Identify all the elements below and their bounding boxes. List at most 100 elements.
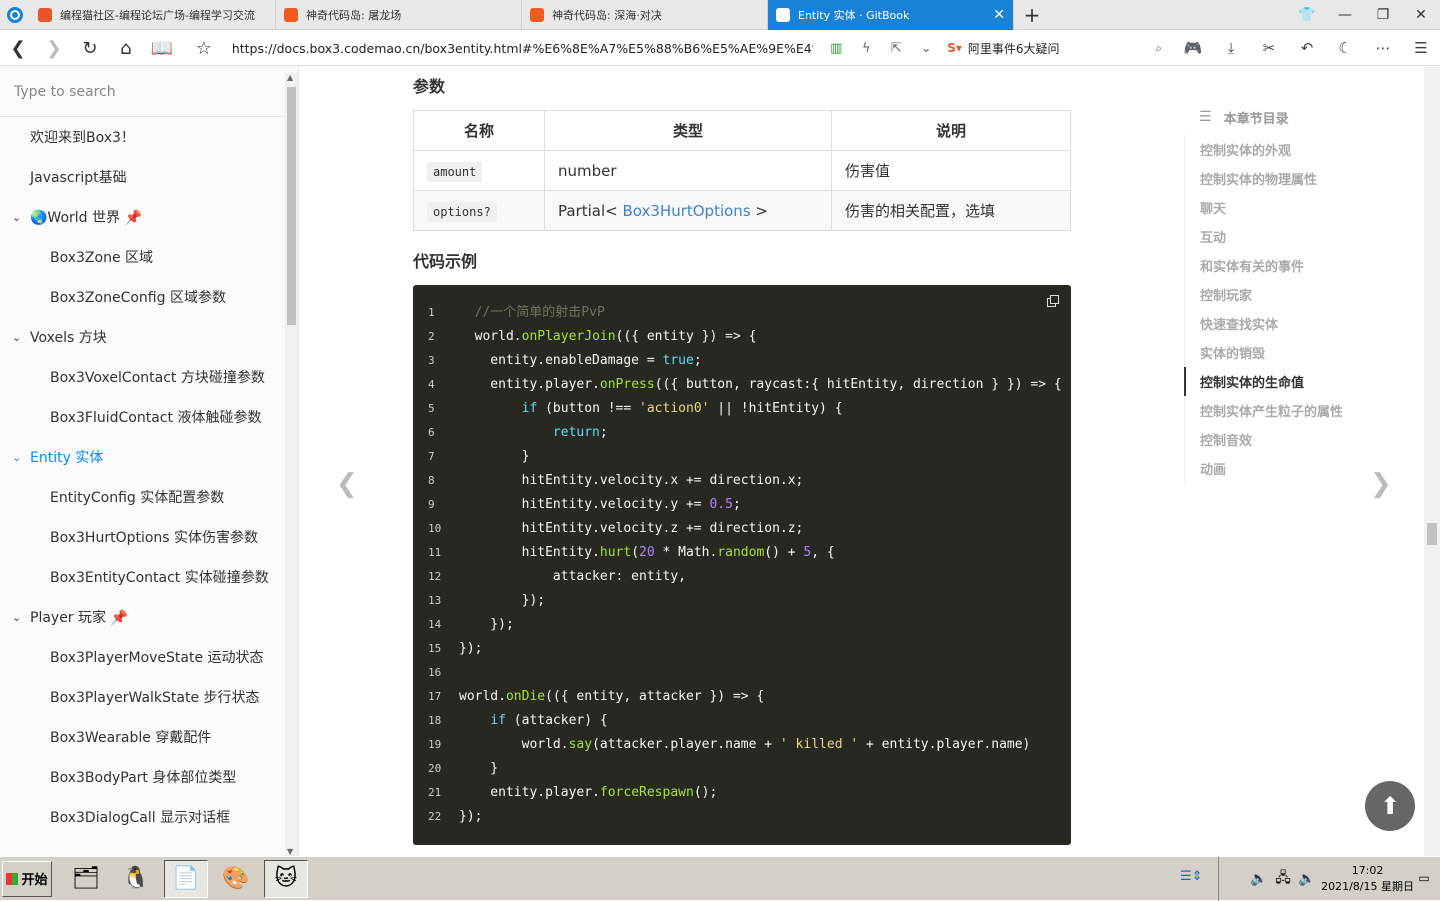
code-line: 8 hitEntity.velocity.x += direction.x;: [428, 473, 804, 488]
taskbar-apps: 🗂 🐧 📄 🎨 🐱: [64, 859, 314, 898]
tab-deep-sea[interactable]: 神奇代码岛: 深海·对决: [522, 0, 768, 30]
tab-codemao-community[interactable]: 编程猫社区-编程论坛广场-编程学习交流: [30, 0, 276, 30]
toc-item[interactable]: 聊天: [1185, 193, 1424, 222]
chapter-item[interactable]: Box3PlayerWalkState 步行状态: [0, 677, 298, 717]
chapter-item[interactable]: ⌄ Voxels 方块: [0, 317, 298, 357]
toc-item[interactable]: 控制实体的外观: [1185, 135, 1424, 164]
chevron-down-icon[interactable]: ⌄: [12, 451, 30, 464]
chapter-item[interactable]: 欢迎来到Box3！: [0, 117, 298, 157]
paint-icon[interactable]: 🎨: [214, 860, 258, 898]
toc-item[interactable]: 互动: [1185, 222, 1424, 251]
show-desktop-icon[interactable]: ▭: [1412, 871, 1436, 885]
scrollbar-thumb[interactable]: [287, 87, 296, 325]
browser-logo-icon[interactable]: [0, 0, 30, 30]
page-scrollbar[interactable]: [1424, 67, 1440, 856]
network-icon[interactable]: 🖧: [1271, 867, 1295, 891]
game-icon[interactable]: 🎮: [1174, 39, 1212, 57]
close-window-icon[interactable]: ✕: [1402, 0, 1440, 30]
param-type-cell: Partial< Box3HurtOptions >: [544, 190, 832, 231]
chapter-item[interactable]: Box3FluidContact 液体触碰参数: [0, 397, 298, 437]
start-button[interactable]: 开始: [2, 860, 52, 897]
download-icon[interactable]: ⤓: [1212, 39, 1250, 57]
back-to-top-button[interactable]: ⬆: [1365, 781, 1415, 831]
qq-penguin-icon[interactable]: 🐧: [114, 860, 158, 898]
file-explorer-icon[interactable]: 🗂: [64, 860, 108, 898]
chapter-label: Box3EntityContact 实体碰撞参数: [50, 570, 269, 586]
share-icon[interactable]: ⇱: [881, 41, 911, 56]
avatar-app-icon[interactable]: 🐱: [264, 859, 308, 898]
chapter-item[interactable]: Box3PlayerMoveState 运动状态: [0, 637, 298, 677]
chapter-item[interactable]: Box3VoxelContact 方块碰撞参数: [0, 357, 298, 397]
column-header: 名称: [413, 110, 545, 151]
chapter-item[interactable]: Box3HurtOptions 实体伤害参数: [0, 517, 298, 557]
chapter-item[interactable]: Box3Wearable 穿戴配件: [0, 717, 298, 757]
chapter-item[interactable]: Box3EntityContact 实体碰撞参数: [0, 557, 298, 597]
chapter-item[interactable]: ⌄ Player 玩家 📌: [0, 597, 298, 637]
skin-icon[interactable]: 👕: [1288, 0, 1326, 30]
undo-icon[interactable]: ↶: [1288, 39, 1326, 57]
back-icon[interactable]: ❮: [0, 31, 36, 66]
scrollbar-thumb[interactable]: [1427, 523, 1437, 545]
lightning-icon[interactable]: ϟ: [851, 41, 881, 56]
volume-icon[interactable]: 🔈: [1247, 871, 1271, 887]
toc-item-active[interactable]: 控制实体的生命值: [1184, 367, 1424, 396]
chapter-item[interactable]: Box3BodyPart 身体部位类型: [0, 757, 298, 797]
previous-page-icon[interactable]: ❮: [336, 469, 358, 499]
chevron-down-icon[interactable]: ⌄: [911, 41, 941, 56]
scissors-icon[interactable]: ✂: [1250, 39, 1288, 57]
scroll-up-icon[interactable]: ▲: [287, 73, 293, 82]
reading-mode-icon[interactable]: 📖: [144, 31, 180, 66]
restore-icon[interactable]: ❐: [1364, 0, 1402, 30]
toc-item[interactable]: 控制实体的物理属性: [1185, 164, 1424, 193]
system-clock[interactable]: 17:02 2021/8/15 星期日: [1321, 863, 1414, 895]
night-mode-icon[interactable]: ☾: [1326, 39, 1364, 57]
toc-item[interactable]: 控制音效: [1185, 425, 1424, 454]
chapter-label: 🌏World 世界 📌: [30, 210, 142, 226]
chevron-down-icon[interactable]: ⌄: [12, 211, 30, 224]
reload-icon[interactable]: ↻: [72, 31, 108, 66]
param-name-cell: options?: [413, 190, 545, 231]
chapter-item[interactable]: Box3Zone 区域: [0, 237, 298, 277]
toc-item[interactable]: 控制玩家: [1185, 280, 1424, 309]
input-method-icon[interactable]: ☰⇕: [1180, 869, 1203, 884]
new-tab-button[interactable]: +: [1014, 0, 1050, 30]
magnifier-icon[interactable]: ⌕: [1155, 41, 1162, 56]
close-tab-icon[interactable]: ✕: [993, 7, 1005, 23]
bookmark-star-icon[interactable]: ☆: [186, 31, 222, 66]
toc-item[interactable]: 实体的销毁: [1185, 338, 1424, 367]
type-link[interactable]: Box3HurtOptions: [622, 202, 750, 220]
toc-item[interactable]: 控制实体产生粒子的属性: [1185, 396, 1424, 425]
chapter-item[interactable]: ⌄ 🌏World 世界 📌: [0, 197, 298, 237]
chevron-down-icon[interactable]: ⌄: [12, 331, 30, 344]
params-heading: 参数: [413, 77, 446, 96]
toc-item[interactable]: 和实体有关的事件: [1185, 251, 1424, 280]
speaker-icon[interactable]: 🔉: [1295, 871, 1319, 887]
code-block[interactable]: 1 //一个简单的射击PvP 2 world.onPlayerJoin(({ e…: [413, 285, 1071, 845]
chapter-item[interactable]: EntityConfig 实体配置参数: [0, 477, 298, 517]
reader-icon[interactable]: ▥: [821, 41, 851, 56]
tab-dragon-field[interactable]: 神奇代码岛: 屠龙场: [276, 0, 522, 30]
chevron-down-icon[interactable]: ⌄: [12, 611, 30, 624]
notepad-icon[interactable]: 📄: [164, 859, 208, 898]
chapter-item-active[interactable]: ⌄ Entity 实体: [0, 437, 298, 477]
home-icon[interactable]: ⌂: [108, 31, 144, 66]
toc-item[interactable]: 动画: [1185, 454, 1424, 483]
chapter-item[interactable]: Box3ZoneConfig 区域参数: [0, 277, 298, 317]
sidebar-scrollbar[interactable]: ▲ ▼: [285, 73, 298, 856]
more-icon[interactable]: ⋯: [1364, 39, 1402, 57]
minimize-icon[interactable]: —: [1326, 0, 1364, 30]
sogou-search-icon: S▾: [947, 41, 962, 55]
copy-icon[interactable]: [1047, 295, 1061, 309]
toc-item[interactable]: 快速查找实体: [1185, 309, 1424, 338]
forward-icon[interactable]: ❯: [36, 31, 72, 66]
search-box[interactable]: S▾ 阿里事件6大疑问 ⌕: [947, 36, 1162, 60]
chapter-item[interactable]: Box3DialogCall 显示对话框: [0, 797, 298, 837]
windows-taskbar: 开始 🗂 🐧 📄 🎨 🐱 ☰⇕ 🔈 🖧 🔉 17:02 2021/8/15 星期…: [0, 856, 1440, 901]
tab-entity-gitbook[interactable]: Entity 实体 · GitBook ✕: [768, 0, 1014, 30]
search-input[interactable]: Type to search: [0, 67, 298, 117]
menu-icon[interactable]: ☰: [1402, 39, 1440, 57]
scroll-down-icon[interactable]: ▼: [287, 847, 293, 856]
chapter-item[interactable]: Javascript基础: [0, 157, 298, 197]
address-bar[interactable]: https://docs.box3.codemao.cn/box3entity.…: [232, 41, 813, 56]
clock-date: 2021/8/15 星期日: [1321, 880, 1414, 893]
